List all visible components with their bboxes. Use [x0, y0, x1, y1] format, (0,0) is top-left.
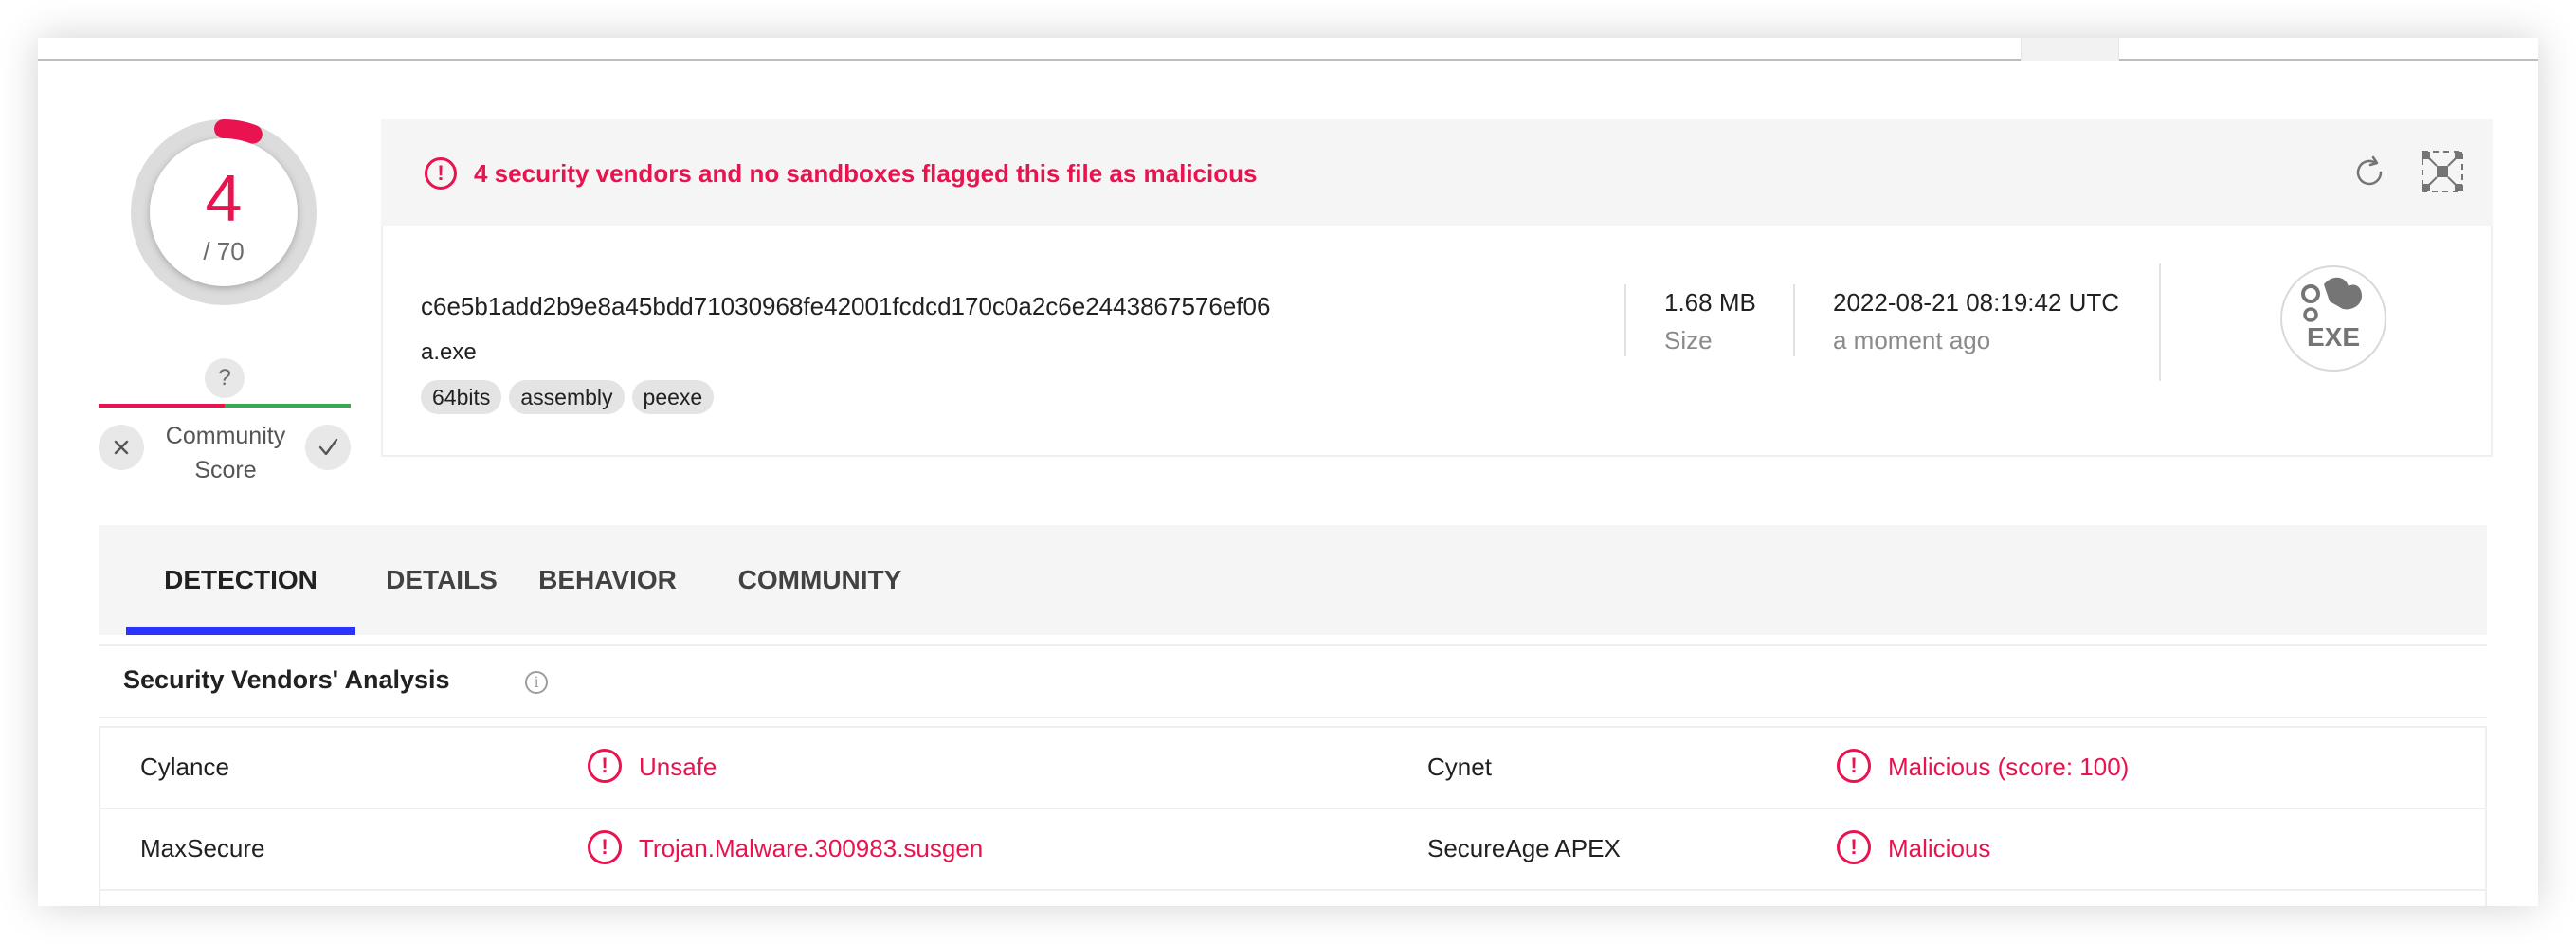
file-tag[interactable]: assembly — [509, 380, 625, 414]
tab-community[interactable]: COMMUNITY — [717, 525, 923, 635]
alert-message: 4 security vendors and no sandboxes flag… — [474, 159, 1258, 188]
community-bar-negative — [99, 404, 225, 408]
vendor-name: SecureAge APEX — [1427, 834, 1621, 862]
file-type-label: EXE — [2306, 322, 2361, 352]
file-size-label: Size — [1664, 326, 1713, 354]
file-info-card: c6e5b1add2b9e8a45bdd71030968fe42001fcdcd… — [381, 226, 2493, 457]
gears-icon — [2301, 277, 2362, 322]
alert-icon: ! — [1837, 830, 1871, 864]
exe-file-icon: EXE — [2280, 265, 2386, 372]
check-icon — [318, 438, 338, 456]
detection-count: 4 — [205, 161, 243, 235]
vendor-result: Malicious — [1888, 834, 1991, 862]
last-analysis-date: 2022-08-21 08:19:42 UTC — [1833, 288, 2120, 317]
file-tag[interactable]: peexe — [631, 380, 715, 414]
alert-icon: ! — [1837, 749, 1871, 783]
file-tag[interactable]: 64bits — [421, 380, 502, 414]
graph-icon — [2422, 151, 2463, 192]
last-analysis-relative: a moment ago — [1833, 326, 1991, 354]
table-row: Cylance ! Unsafe Cynet ! Malicious (scor… — [100, 728, 2485, 809]
file-tags: 64bits assembly peexe — [421, 380, 715, 414]
vendor-results-table: Cylance ! Unsafe Cynet ! Malicious (scor… — [99, 726, 2487, 906]
community-unknown-icon: ? — [205, 358, 245, 398]
section-title: Security Vendors' Analysis — [123, 665, 450, 694]
file-size: 1.68 MB — [1664, 288, 1756, 317]
table-row: MaxSecure ! Trojan.Malware.300983.susgen… — [100, 809, 2485, 891]
community-label-line1: Community — [165, 423, 286, 449]
graph-button[interactable] — [2419, 148, 2466, 195]
meta-divider — [1624, 284, 1626, 356]
upvote-button[interactable] — [305, 425, 351, 470]
top-header-strip — [38, 38, 2538, 61]
community-score-label: Community Score — [155, 419, 296, 487]
header-tab-stub[interactable] — [2021, 38, 2119, 61]
vendor-result: Unsafe — [639, 753, 717, 781]
report-tabs: DETECTION DETAILS BEHAVIOR COMMUNITY — [99, 525, 2487, 635]
alert-icon: ! — [588, 749, 622, 783]
tab-details[interactable]: DETAILS — [381, 525, 502, 635]
vendor-name: Cylance — [140, 753, 229, 781]
downvote-button[interactable] — [99, 425, 144, 470]
tab-behavior[interactable]: BEHAVIOR — [525, 525, 690, 635]
vendor-name: Cynet — [1427, 753, 1492, 781]
vendor-name: MaxSecure — [140, 834, 265, 862]
gauge-arc — [214, 119, 263, 144]
community-bar-positive — [225, 404, 351, 408]
alert-icon: ! — [588, 830, 622, 864]
malicious-alert-banner: ! 4 security vendors and no sandboxes fl… — [381, 119, 2493, 226]
engine-total: / 70 — [203, 237, 245, 265]
community-label-line2: Score — [194, 457, 257, 483]
vendor-result: Trojan.Malware.300983.susgen — [639, 834, 984, 862]
x-icon — [114, 440, 129, 455]
file-hash[interactable]: c6e5b1add2b9e8a45bdd71030968fe42001fcdcd… — [421, 292, 1270, 321]
reanalyze-button[interactable] — [2349, 152, 2390, 193]
active-tab-indicator — [126, 627, 355, 635]
alert-icon: ! — [425, 157, 457, 190]
meta-divider — [1793, 284, 1795, 356]
vendor-result: Malicious (score: 100) — [1888, 753, 2130, 781]
info-icon[interactable]: i — [525, 671, 548, 694]
meta-divider — [2159, 263, 2161, 381]
tab-detection[interactable]: DETECTION — [126, 525, 355, 635]
page-frame: 4 / 70 ? Community Score ! 4 security ve… — [38, 38, 2538, 906]
vendors-section-header: Security Vendors' Analysis i — [99, 644, 2487, 718]
detection-score-gauge: 4 / 70 — [129, 118, 318, 307]
reload-icon — [2356, 155, 2383, 186]
file-name: a.exe — [421, 339, 477, 365]
